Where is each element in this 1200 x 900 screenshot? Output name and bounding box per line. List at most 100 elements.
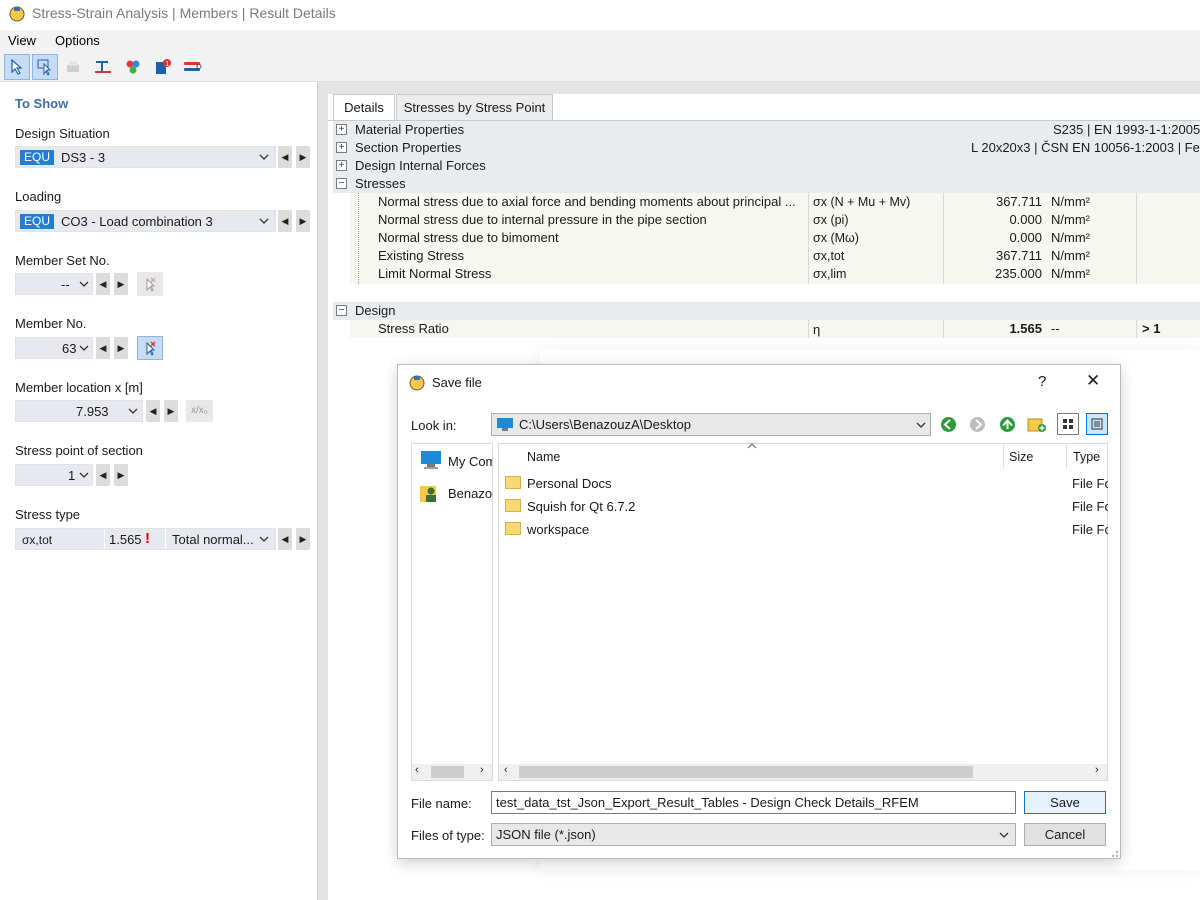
group-row-section[interactable]: + Section Properties L 20x20x3 | ČSN EN …	[333, 139, 1200, 157]
select-member-icon[interactable]	[32, 54, 58, 80]
chevron-down-icon	[128, 408, 138, 414]
save-button[interactable]: Save	[1024, 791, 1106, 814]
info-icon[interactable]: 1	[150, 54, 176, 80]
file-type-combo[interactable]: JSON file (*.json)	[491, 823, 1016, 846]
stress-row-value: 367.711	[995, 248, 1042, 263]
collapse-icon[interactable]: −	[336, 305, 347, 316]
column-type[interactable]: Type	[1073, 450, 1100, 464]
file-name: workspace	[527, 522, 590, 537]
tab-strip-background	[328, 82, 1200, 94]
resize-grip-icon[interactable]	[1107, 846, 1119, 858]
expand-icon[interactable]: +	[336, 124, 347, 135]
group-row-material[interactable]: + Material Properties S235 | EN 1993-1-1…	[333, 121, 1200, 139]
colors-icon[interactable]	[120, 54, 146, 80]
desktop-icon	[497, 418, 513, 431]
design-row-check: > 1	[1142, 321, 1161, 336]
next-location-button[interactable]: ▶	[164, 400, 178, 422]
scroll-right-icon[interactable]: ›	[1095, 764, 1099, 776]
expand-icon[interactable]: +	[336, 142, 347, 153]
forward-icon[interactable]	[969, 416, 986, 433]
sidebar-item-user[interactable]: Benazou	[448, 486, 492, 501]
toolbar: 1	[0, 52, 1200, 82]
pick-member-set-icon[interactable]	[137, 272, 163, 296]
app-logo-icon	[409, 375, 425, 391]
cancel-button[interactable]: Cancel	[1024, 823, 1106, 846]
group-row-design[interactable]: − Design	[333, 302, 1200, 320]
svg-text:1: 1	[165, 61, 169, 68]
menu-options[interactable]: Options	[55, 33, 100, 48]
prev-design-situation-button[interactable]: ◀	[278, 146, 292, 168]
look-in-combo[interactable]: C:\Users\BenazouzA\Desktop	[491, 413, 931, 436]
help-button[interactable]: ?	[1038, 373, 1046, 390]
stress-type-combo[interactable]: σx,tot 1.565 ! Total normal...	[15, 528, 276, 550]
divider	[104, 529, 105, 549]
stress-row-unit: N/mm²	[1051, 212, 1090, 227]
scroll-right-icon[interactable]: ›	[480, 764, 484, 776]
next-loading-button[interactable]: ▶	[296, 210, 310, 232]
scroll-left-icon[interactable]: ‹	[504, 764, 508, 776]
file-name-label: File name:	[411, 796, 472, 811]
design-situation-combo[interactable]: EQU DS3 - 3	[15, 146, 276, 168]
loading-combo[interactable]: EQU CO3 - Load combination 3	[15, 210, 276, 232]
tab-details[interactable]: Details	[333, 94, 395, 120]
settings-icon[interactable]	[180, 54, 206, 80]
divider	[165, 529, 166, 549]
stress-type-ratio: 1.565	[109, 532, 142, 547]
column-size[interactable]: Size	[1009, 450, 1033, 464]
column-name[interactable]: Name	[527, 450, 560, 464]
member-set-combo[interactable]: --	[15, 273, 93, 295]
user-folder-icon	[420, 486, 436, 502]
look-in-value: C:\Users\BenazouzA\Desktop	[519, 417, 691, 432]
expand-icon[interactable]: +	[336, 160, 347, 171]
next-design-situation-button[interactable]: ▶	[296, 146, 310, 168]
next-member-set-button[interactable]: ▶	[114, 273, 128, 295]
prev-member-set-button[interactable]: ◀	[96, 273, 110, 295]
stress-row-symbol: σx (Mω)	[813, 231, 859, 245]
list-view-icon[interactable]	[1057, 413, 1079, 435]
sidebar-scroll-thumb[interactable]	[431, 766, 464, 778]
dialog-title: Save file	[432, 375, 482, 390]
prev-loading-button[interactable]: ◀	[278, 210, 292, 232]
file-row[interactable]: Squish for Qt 6.7.2 File Fo	[499, 495, 1108, 517]
file-row[interactable]: workspace File Fo	[499, 518, 1108, 540]
next-member-button[interactable]: ▶	[114, 337, 128, 359]
next-stress-type-button[interactable]: ▶	[296, 528, 310, 550]
sidebar-item-my-computer[interactable]: My Com	[448, 454, 492, 469]
file-name-input[interactable]: test_data_tst_Json_Export_Result_Tables …	[491, 791, 1016, 814]
file-row[interactable]: Personal Docs File Fo	[499, 472, 1108, 494]
stress-type-label: Stress type	[15, 507, 81, 522]
up-folder-icon[interactable]	[999, 416, 1016, 433]
column-divider	[1136, 320, 1137, 338]
results-icon[interactable]	[90, 54, 116, 80]
member-no-combo[interactable]: 63	[15, 337, 93, 359]
member-location-combo[interactable]: 7.953	[15, 400, 143, 422]
stress-type-symbol: σx,tot	[22, 533, 53, 547]
stress-point-combo[interactable]: 1	[15, 464, 93, 486]
prev-stress-type-button[interactable]: ◀	[278, 528, 292, 550]
collapse-icon[interactable]: −	[336, 178, 347, 189]
group-row-internal-forces[interactable]: + Design Internal Forces	[333, 157, 1200, 175]
file-list-scroll-thumb[interactable]	[519, 766, 973, 778]
select-icon[interactable]	[4, 54, 30, 80]
prev-member-button[interactable]: ◀	[96, 337, 110, 359]
detail-view-icon[interactable]	[1086, 413, 1108, 435]
menu-view[interactable]: View	[8, 33, 36, 48]
new-folder-icon[interactable]	[1027, 415, 1047, 433]
prev-stress-point-button[interactable]: ◀	[96, 464, 110, 486]
next-stress-point-button[interactable]: ▶	[114, 464, 128, 486]
close-button[interactable]: ✕	[1086, 371, 1100, 391]
equ-badge: EQU	[20, 214, 55, 229]
scroll-left-icon[interactable]: ‹	[415, 764, 419, 776]
stress-row-desc: Normal stress due to axial force and ben…	[378, 194, 796, 209]
group-row-stresses[interactable]: − Stresses	[333, 175, 1200, 193]
prev-location-button[interactable]: ◀	[146, 400, 160, 422]
column-divider	[808, 193, 809, 284]
chevron-down-icon	[259, 218, 269, 224]
design-row-value: 1.565	[1009, 321, 1042, 336]
tab-stresses-by-stress-point[interactable]: Stresses by Stress Point	[396, 94, 553, 120]
print-icon[interactable]	[60, 54, 86, 80]
back-icon[interactable]	[940, 416, 957, 433]
pick-member-icon[interactable]	[137, 336, 163, 360]
panel-splitter[interactable]	[318, 82, 328, 900]
relative-location-button[interactable]: x/x₀	[186, 400, 213, 422]
